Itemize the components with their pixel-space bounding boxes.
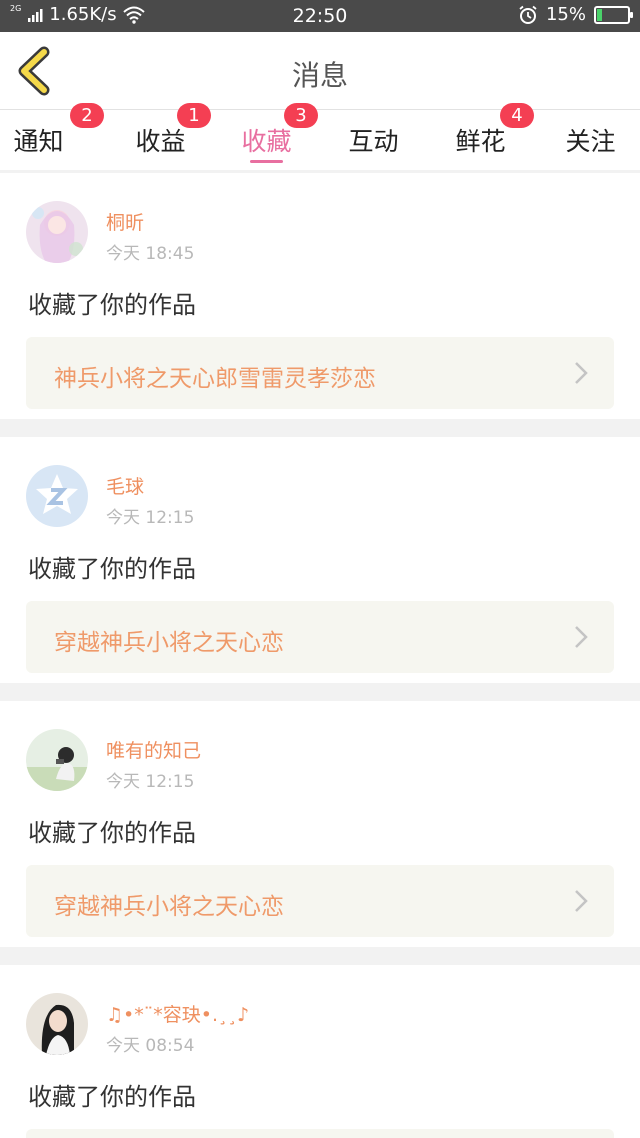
avatar[interactable] <box>26 729 88 791</box>
tab-label: 互动 <box>348 127 399 156</box>
tab-label: 关注 <box>565 127 616 156</box>
timestamp: 今天 12:15 <box>106 508 195 528</box>
page-title: 消息 <box>291 59 348 92</box>
chevron-right-icon <box>575 626 588 648</box>
work-title: 穿越神兵小将之天心恋 <box>54 630 284 656</box>
avatar[interactable] <box>26 993 88 1055</box>
tab-notifications[interactable]: 通知 2 <box>0 103 107 170</box>
tab-flowers[interactable]: 鲜花 4 <box>427 103 534 170</box>
list-item: ♫•*¨*容玦•.¸¸♪ 今天 08:54 收藏了你的作品 <box>0 965 640 1138</box>
username[interactable]: ♫•*¨*容玦•.¸¸♪ <box>106 1000 249 1027</box>
tab-badge: 4 <box>500 103 534 128</box>
avatar[interactable] <box>26 465 88 527</box>
battery-icon <box>594 5 633 24</box>
work-title: 穿越神兵小将之天心恋 <box>54 894 284 920</box>
app-header: 消息 <box>0 32 640 110</box>
status-right: 15% <box>518 4 633 25</box>
tab-bar: 通知 2 收益 1 收藏 3 互动 鲜花 4 关注 <box>0 103 640 170</box>
list-item: 桐昕 今天 18:45 收藏了你的作品 神兵小将之天心郎雪雷灵孝莎恋 <box>0 173 640 419</box>
username[interactable]: 毛球 <box>106 472 144 499</box>
battery-level-fill <box>597 8 602 21</box>
tab-badge: 2 <box>70 103 104 128</box>
username[interactable]: 唯有的知己 <box>106 736 201 763</box>
action-text: 收藏了你的作品 <box>28 555 196 583</box>
tab-interactions[interactable]: 互动 <box>320 110 427 170</box>
action-text: 收藏了你的作品 <box>28 1083 196 1111</box>
chevron-right-icon <box>575 362 588 384</box>
avatar[interactable] <box>26 201 88 263</box>
battery-percent: 15% <box>545 4 586 25</box>
tab-badge: 3 <box>284 103 318 128</box>
list-item: 毛球 今天 12:15 收藏了你的作品 穿越神兵小将之天心恋 <box>0 437 640 683</box>
action-text: 收藏了你的作品 <box>28 819 196 847</box>
chevron-right-icon <box>575 890 588 912</box>
work-link[interactable]: 神兵小将之天心郎雪雷灵孝莎恋 <box>26 337 614 409</box>
timestamp: 今天 12:15 <box>106 772 195 792</box>
username[interactable]: 桐昕 <box>106 208 144 235</box>
work-link[interactable]: 穿越神兵小将之天心恋 <box>26 601 614 673</box>
tab-favorites[interactable]: 收藏 3 <box>213 103 320 170</box>
work-title: 神兵小将之天心郎雪雷灵孝莎恋 <box>54 366 376 392</box>
tab-earnings[interactable]: 收益 1 <box>107 103 214 170</box>
alarm-icon <box>519 5 537 24</box>
tab-badge: 1 <box>177 103 211 128</box>
timestamp: 今天 08:54 <box>106 1036 195 1056</box>
active-tab-indicator <box>250 160 283 163</box>
work-link[interactable] <box>26 1129 614 1138</box>
action-text: 收藏了你的作品 <box>28 291 196 319</box>
tab-following[interactable]: 关注 <box>533 110 640 170</box>
list-item: 唯有的知己 今天 12:15 收藏了你的作品 穿越神兵小将之天心恋 <box>0 701 640 947</box>
work-link[interactable]: 穿越神兵小将之天心恋 <box>26 865 614 937</box>
timestamp: 今天 18:45 <box>106 244 195 264</box>
status-bar: 2G 1.65K/s 22:50 15% <box>0 0 640 32</box>
